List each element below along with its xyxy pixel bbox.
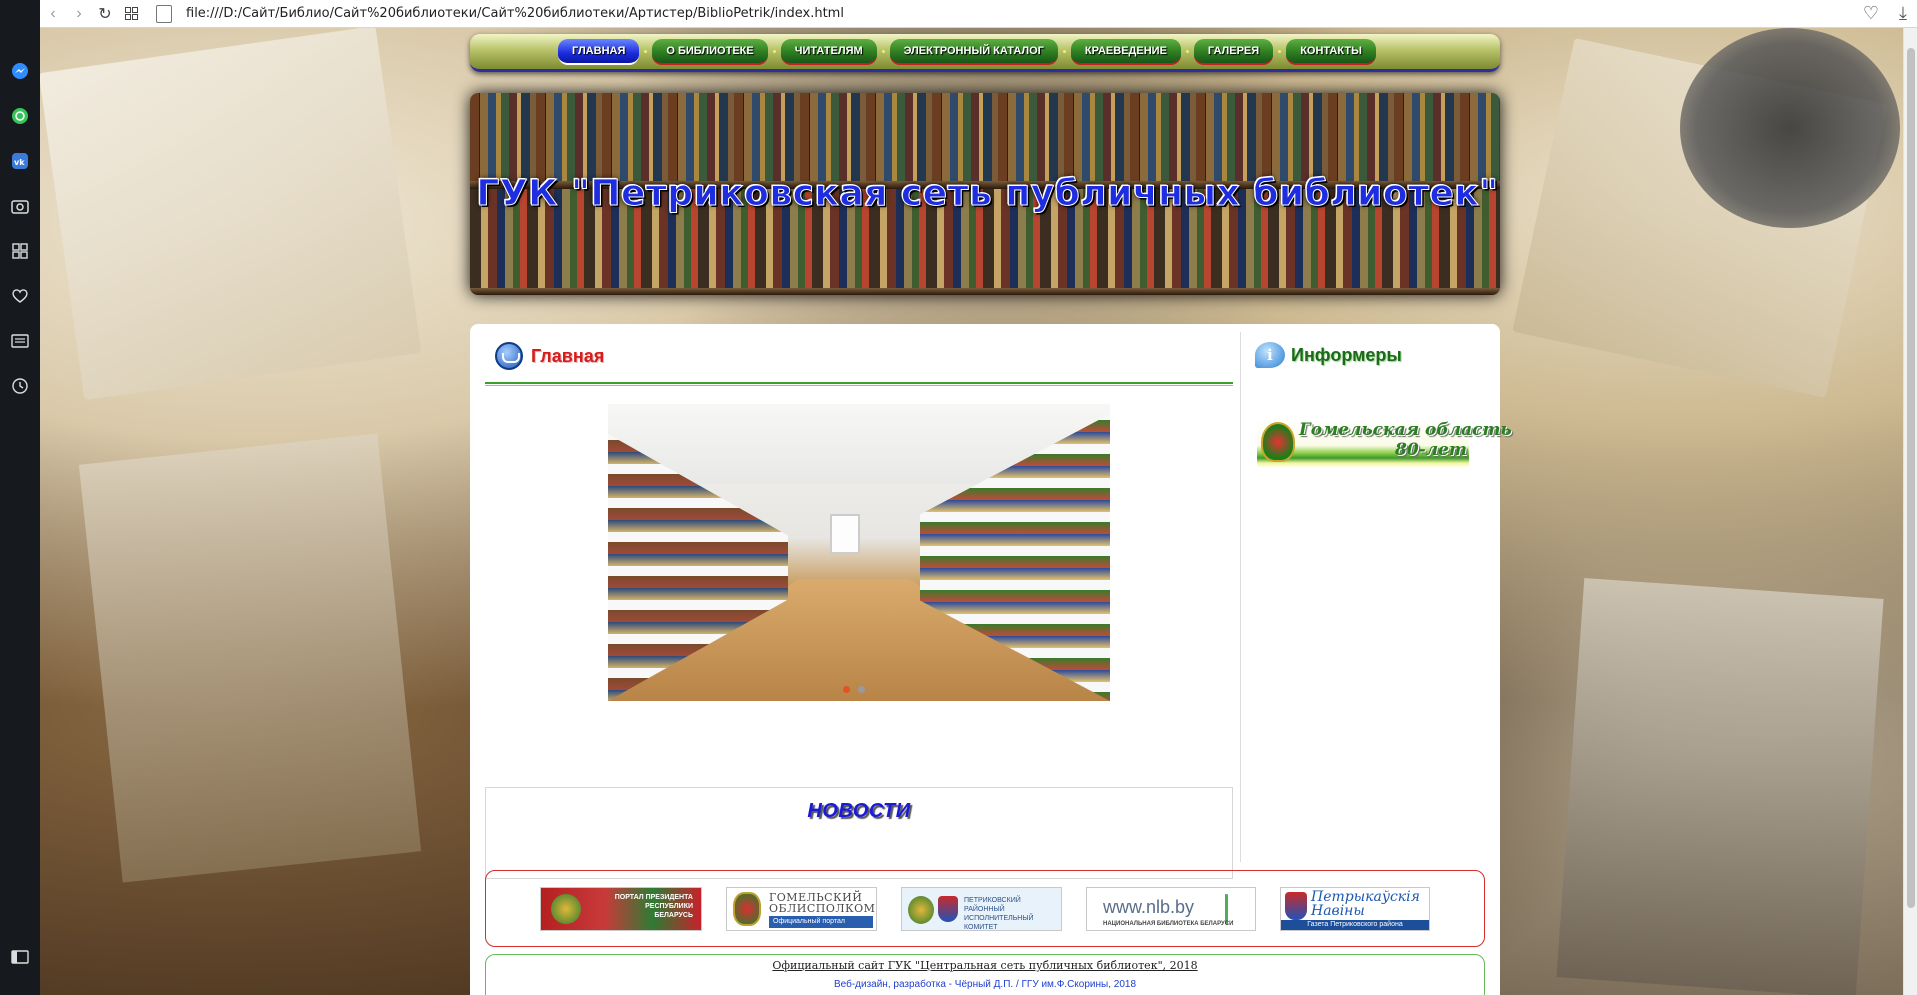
petrikov-coat-icon bbox=[1285, 891, 1307, 920]
menu-item-catalog[interactable]: ЭЛЕКТРОННЫЙ КАТАЛОГ bbox=[889, 38, 1058, 65]
menu-item-gallery[interactable]: ГАЛЕРЕЯ bbox=[1193, 38, 1274, 65]
back-icon[interactable]: ‹ bbox=[40, 1, 66, 27]
partner-banners: ПОРТАЛ ПРЕЗИДЕНТА РЕСПУБЛИКИ БЕЛАРУСЬ ГО… bbox=[485, 870, 1485, 947]
newspaper-banner[interactable]: Петрыкаўскія Навіны Газета Петриковского… bbox=[1280, 886, 1430, 931]
slider-dot-1[interactable] bbox=[843, 686, 850, 693]
sidebar-title: Информеры bbox=[1291, 344, 1402, 365]
belarus-emblem-icon bbox=[908, 895, 934, 924]
header-banner: ГУК "Петриковская сеть публичных библиот… bbox=[470, 93, 1500, 295]
menu-item-local-history[interactable]: КРАЕВЕДЕНИЕ bbox=[1070, 38, 1181, 65]
heart-icon[interactable] bbox=[0, 273, 40, 318]
download-icon[interactable]: ⤓ bbox=[1899, 3, 1907, 24]
banner-text: ПЕТРИКОВСКИЙ РАЙОННЫЙ ИСПОЛНИТЕЛЬНЫЙ КОМ… bbox=[964, 896, 1034, 931]
belarus-emblem-icon bbox=[551, 893, 581, 924]
petrikov-coat-icon bbox=[938, 895, 958, 922]
apps-icon[interactable] bbox=[0, 228, 40, 273]
camera-icon[interactable] bbox=[0, 183, 40, 228]
footer-copyright-link[interactable]: Официальный сайт ГУК "Центральная сеть п… bbox=[486, 959, 1484, 972]
reload-icon[interactable]: ↻ bbox=[92, 1, 118, 27]
browser-sidebar: vk bbox=[0, 0, 40, 995]
menu-separator bbox=[772, 50, 776, 53]
tabs-grid-icon[interactable] bbox=[118, 1, 144, 27]
gomel-coat-icon bbox=[733, 891, 761, 926]
browser-toolbar: ‹ › ↻ file:///D:/Сайт/Библио/Сайт%20библ… bbox=[40, 0, 1917, 28]
menu-item-readers[interactable]: ЧИТАТЕЛЯМ bbox=[780, 38, 877, 65]
bookmark-heart-icon[interactable]: ♡ bbox=[1863, 3, 1879, 24]
rayispolkom-banner[interactable]: ПЕТРИКОВСКИЙ РАЙОННЫЙ ИСПОЛНИТЕЛЬНЫЙ КОМ… bbox=[901, 886, 1062, 931]
gomel-region-informer[interactable]: Гомельская область 80-лет bbox=[1257, 418, 1512, 468]
slider-dot-2[interactable] bbox=[858, 686, 865, 693]
background-photo-woman bbox=[78, 433, 422, 883]
banner-subtext: Газета Петриковского района bbox=[1281, 919, 1429, 930]
banner-text: ГОМЕЛЬСКИЙ ОБЛИСПОЛКОМ bbox=[769, 890, 876, 915]
banner-subtext: Официальный портал bbox=[769, 915, 873, 928]
scrollbar-thumb[interactable] bbox=[1907, 48, 1915, 908]
messenger-icon[interactable] bbox=[0, 48, 40, 93]
shelf-board bbox=[470, 288, 1500, 295]
svg-text:vk: vk bbox=[14, 158, 25, 167]
background-oval-portrait bbox=[1680, 28, 1900, 228]
whatsapp-icon[interactable] bbox=[0, 93, 40, 138]
banner-subtext: НАЦИОНАЛЬНАЯ БИБЛИОТЕКА БЕЛАРУСИ bbox=[1103, 920, 1234, 927]
main-menu: ГЛАВНАЯ О БИБЛИОТЕКЕ ЧИТАТЕЛЯМ ЭЛЕКТРОНН… bbox=[470, 34, 1500, 72]
page-title: Главная bbox=[531, 345, 605, 366]
page-icon bbox=[156, 4, 172, 23]
main-heading: Главная bbox=[495, 342, 604, 370]
background-book-page bbox=[40, 28, 422, 401]
content-area: Главная НОВОСТИ i Информеры Гомельская о… bbox=[470, 324, 1512, 995]
slide-window bbox=[830, 514, 860, 554]
banner-text: Петрыкаўскія Навіны bbox=[1311, 888, 1420, 919]
coat-of-arms-icon bbox=[1261, 422, 1295, 462]
informer-line2: 80-лет bbox=[1395, 440, 1467, 460]
slider-dots bbox=[843, 686, 865, 693]
menu-separator bbox=[644, 50, 648, 53]
leaf-icon bbox=[1225, 893, 1245, 924]
info-icon: i bbox=[1255, 342, 1285, 368]
president-portal-banner[interactable]: ПОРТАЛ ПРЕЗИДЕНТА РЕСПУБЛИКИ БЕЛАРУСЬ bbox=[540, 886, 702, 931]
vk-icon[interactable]: vk bbox=[0, 138, 40, 183]
address-field[interactable]: file:///D:/Сайт/Библио/Сайт%20библиотеки… bbox=[186, 6, 844, 21]
menu-separator bbox=[1185, 50, 1189, 53]
site-footer: Официальный сайт ГУК "Центральная сеть п… bbox=[485, 954, 1485, 995]
footer-credits: Веб-дизайн, разработка - Чёрный Д.П. / Г… bbox=[833, 979, 1137, 990]
banner-text: ПОРТАЛ ПРЕЗИДЕНТА РЕСПУБЛИКИ БЕЛАРУСЬ bbox=[614, 893, 693, 919]
sidebar-heading: i Информеры bbox=[1255, 342, 1402, 368]
image-slider[interactable] bbox=[608, 404, 1110, 701]
web-page: ГЛАВНАЯ О БИБЛИОТЕКЕ ЧИТАТЕЛЯМ ЭЛЕКТРОНН… bbox=[40, 28, 1903, 995]
open-book-icon bbox=[495, 342, 523, 370]
nlb-banner[interactable]: www.nlb.by НАЦИОНАЛЬНАЯ БИБЛИОТЕКА БЕЛАР… bbox=[1086, 886, 1256, 931]
column-divider bbox=[1240, 332, 1241, 862]
oblispolkom-banner[interactable]: ГОМЕЛЬСКИЙ ОБЛИСПОЛКОМ Официальный порта… bbox=[726, 886, 877, 931]
forward-icon[interactable]: › bbox=[66, 1, 92, 27]
menu-separator bbox=[881, 50, 885, 53]
banner-text: www.nlb.by bbox=[1103, 896, 1195, 917]
news-block: НОВОСТИ bbox=[485, 787, 1233, 879]
sidebar-toggle-icon[interactable] bbox=[0, 949, 40, 965]
menu-item-contacts[interactable]: КОНТАКТЫ bbox=[1286, 38, 1376, 65]
news-heading: НОВОСТИ bbox=[807, 800, 911, 822]
background-photo-boy bbox=[1556, 578, 1884, 995]
menu-item-about[interactable]: О БИБЛИОТЕКЕ bbox=[652, 38, 768, 65]
site-title: ГУК "Петриковская сеть публичных библиот… bbox=[476, 173, 1499, 215]
news-icon[interactable] bbox=[0, 318, 40, 363]
menu-separator bbox=[1278, 50, 1282, 53]
heading-divider bbox=[485, 382, 1233, 386]
informer-line1: Гомельская область bbox=[1299, 420, 1512, 440]
menu-item-home[interactable]: ГЛАВНАЯ bbox=[558, 38, 640, 65]
menu-separator bbox=[1062, 50, 1066, 53]
page-scrollbar[interactable] bbox=[1903, 28, 1917, 995]
history-icon[interactable] bbox=[0, 363, 40, 408]
